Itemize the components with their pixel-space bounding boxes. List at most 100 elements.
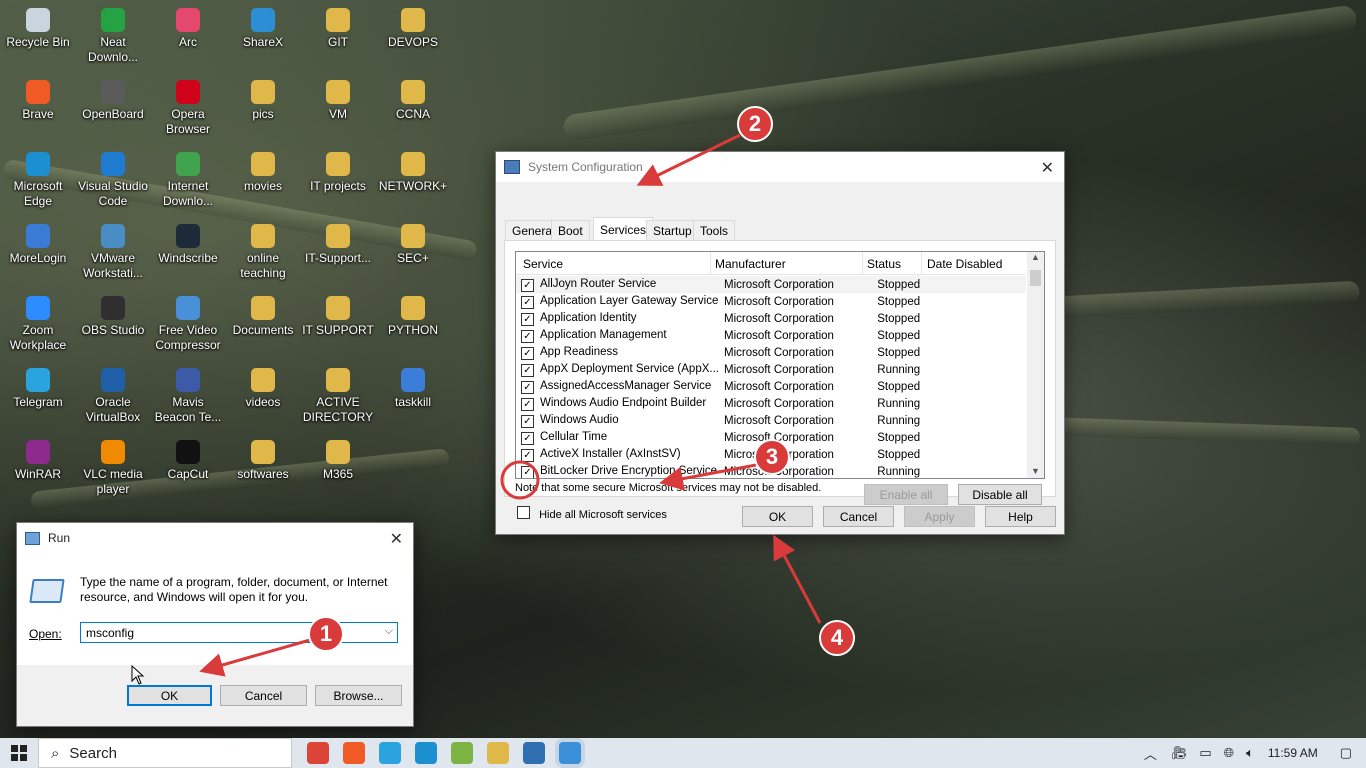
column-status[interactable]: Status <box>867 257 901 271</box>
taskbar-search-box[interactable]: ⌕ Search <box>38 738 292 768</box>
clock[interactable]: 11:59 AM <box>1268 746 1318 760</box>
desktop-icon[interactable]: Visual Studio Code <box>77 144 149 209</box>
service-row[interactable]: ✓ Application Management Microsoft Corpora… <box>516 327 1026 344</box>
volume-icon[interactable]: 🔈︎ <box>1246 745 1254 761</box>
network-globe-icon[interactable]: 🌐︎ <box>1224 745 1234 761</box>
hide-microsoft-services-checkbox[interactable] <box>517 506 530 519</box>
desktop-icon[interactable]: Opera Browser <box>152 72 224 137</box>
tab-startup[interactable]: Startup <box>646 220 699 240</box>
desktop-icon[interactable]: Zoom Workplace <box>2 288 74 353</box>
desktop-icon[interactable]: videos <box>227 360 299 410</box>
service-row[interactable]: ✓ App Readiness Microsoft Corporation Stopp… <box>516 344 1026 361</box>
close-icon[interactable]: ✕ <box>390 529 403 549</box>
desktop-icon[interactable]: Telegram <box>2 360 74 410</box>
desktop-icon[interactable]: Oracle VirtualBox <box>77 360 149 425</box>
column-date-disabled[interactable]: Date Disabled <box>927 257 1002 271</box>
scroll-down-icon[interactable]: ▼ <box>1027 466 1044 476</box>
chevron-down-icon[interactable]: ⌵ <box>385 625 393 638</box>
enable-all-button[interactable]: Enable all <box>864 484 948 505</box>
tab-boot[interactable]: Boot <box>551 220 590 240</box>
close-icon[interactable]: ✕ <box>1041 158 1054 178</box>
desktop-icon[interactable]: Microsoft Edge <box>2 144 74 209</box>
desktop-icon[interactable]: Brave <box>2 72 74 122</box>
sysconfig-help-button[interactable]: Help <box>985 506 1056 527</box>
service-checkbox[interactable]: ✓ <box>521 278 534 292</box>
service-row[interactable]: ✓ Windows Audio Endpoint Builder Microsoft… <box>516 395 1026 412</box>
services-scrollbar[interactable]: ▲ ▼ <box>1027 252 1044 478</box>
meet-now-icon[interactable]: 🎥︎ <box>1171 745 1188 761</box>
run-ok-button[interactable]: OK <box>127 685 212 706</box>
column-manufacturer[interactable]: Manufacturer <box>715 257 786 271</box>
desktop-icon[interactable]: pics <box>227 72 299 122</box>
service-row[interactable]: ✓ AppX Deployment Service (AppX... Microso… <box>516 361 1026 378</box>
desktop-icon[interactable]: VMware Workstati... <box>77 216 149 281</box>
run-app-icon[interactable] <box>559 742 581 764</box>
service-row[interactable]: ✓ Application Layer Gateway Service Micros… <box>516 293 1026 310</box>
desktop-icon[interactable]: movies <box>227 144 299 194</box>
desktop-icon[interactable]: Internet Downlo... <box>152 144 224 209</box>
scroll-thumb[interactable] <box>1030 270 1041 286</box>
run-titlebar[interactable]: Run ✕ <box>17 523 413 553</box>
desktop-icon[interactable]: softwares <box>227 432 299 482</box>
tab-tools[interactable]: Tools <box>693 220 736 240</box>
chevron-up-icon[interactable]: ︿ <box>1144 744 1157 763</box>
desktop-icon[interactable]: Arc <box>152 0 224 50</box>
desktop-icon[interactable]: Windscribe <box>152 216 224 266</box>
desktop-icon[interactable]: NETWORK+ <box>377 144 449 194</box>
service-checkbox[interactable]: ✓ <box>521 380 534 394</box>
telegram-icon[interactable] <box>379 742 401 764</box>
notification-icon[interactable]: ▢ <box>1340 745 1352 761</box>
desktop-icon[interactable]: Neat Downlo... <box>77 0 149 65</box>
disable-all-button[interactable]: Disable all <box>958 484 1042 505</box>
scroll-up-icon[interactable]: ▲ <box>1027 252 1044 262</box>
service-checkbox[interactable]: ✓ <box>521 414 534 428</box>
chrome-icon[interactable] <box>307 742 329 764</box>
desktop-icon[interactable]: CCNA <box>377 72 449 122</box>
sysconfig-apply-button[interactable]: Apply <box>904 506 975 527</box>
desktop-icon[interactable]: IT projects <box>302 144 374 194</box>
desktop-icon[interactable]: OBS Studio <box>77 288 149 338</box>
service-checkbox[interactable]: ✓ <box>521 397 534 411</box>
hide-microsoft-services[interactable]: Hide all Microsoft services <box>517 506 667 521</box>
desktop-icon[interactable]: Documents <box>227 288 299 338</box>
service-checkbox[interactable]: ✓ <box>521 346 534 360</box>
desktop-icon[interactable]: WinRAR <box>2 432 74 482</box>
service-checkbox[interactable]: ✓ <box>521 431 534 445</box>
multicolor-app-icon[interactable] <box>451 742 473 764</box>
service-checkbox[interactable]: ✓ <box>521 295 534 309</box>
service-checkbox[interactable]: ✓ <box>521 465 534 478</box>
desktop-icon[interactable]: OpenBoard <box>77 72 149 122</box>
service-checkbox[interactable]: ✓ <box>521 363 534 377</box>
service-checkbox[interactable]: ✓ <box>521 312 534 326</box>
desktop-icon[interactable]: SEC+ <box>377 216 449 266</box>
brave-icon[interactable] <box>343 742 365 764</box>
sysconfig-titlebar[interactable]: System Configuration ✕ <box>496 152 1064 182</box>
column-service[interactable]: Service <box>523 257 563 271</box>
open-input[interactable]: msconfig <box>86 626 134 640</box>
service-row[interactable]: ✓ AssignedAccessManager Service Microsoft … <box>516 378 1026 395</box>
monitor-app-icon[interactable] <box>523 742 545 764</box>
desktop-icon[interactable]: Mavis Beacon Te... <box>152 360 224 425</box>
desktop-icon[interactable]: DEVOPS <box>377 0 449 50</box>
service-row[interactable]: ✓ AllJoyn Router Service Microsoft Corpora… <box>516 276 1026 293</box>
start-button[interactable] <box>0 738 38 768</box>
service-row[interactable]: ✓ Windows Audio Microsoft Corporation Runni… <box>516 412 1026 429</box>
service-row[interactable]: ✓ Application Identity Microsoft Corporati… <box>516 310 1026 327</box>
run-cancel-button[interactable]: Cancel <box>220 685 307 706</box>
service-checkbox[interactable]: ✓ <box>521 448 534 462</box>
desktop-icon[interactable]: M365 <box>302 432 374 482</box>
desktop-icon[interactable]: CapCut <box>152 432 224 482</box>
run-browse-button[interactable]: Browse... <box>315 685 402 706</box>
desktop-icon[interactable]: VM <box>302 72 374 122</box>
service-checkbox[interactable]: ✓ <box>521 329 534 343</box>
open-combobox[interactable]: msconfig ⌵ <box>80 622 398 643</box>
file-explorer-icon[interactable] <box>487 742 509 764</box>
sysconfig-cancel-button[interactable]: Cancel <box>823 506 894 527</box>
desktop-icon[interactable]: Recycle Bin <box>2 0 74 50</box>
desktop-icon[interactable]: Free Video Compressor <box>152 288 224 353</box>
edge-icon[interactable] <box>415 742 437 764</box>
desktop-icon[interactable]: ShareX <box>227 0 299 50</box>
desktop-icon[interactable]: IT SUPPORT <box>302 288 374 338</box>
desktop-icon[interactable]: IT-Support... <box>302 216 374 266</box>
desktop-icon[interactable]: ACTIVE DIRECTORY <box>302 360 374 425</box>
